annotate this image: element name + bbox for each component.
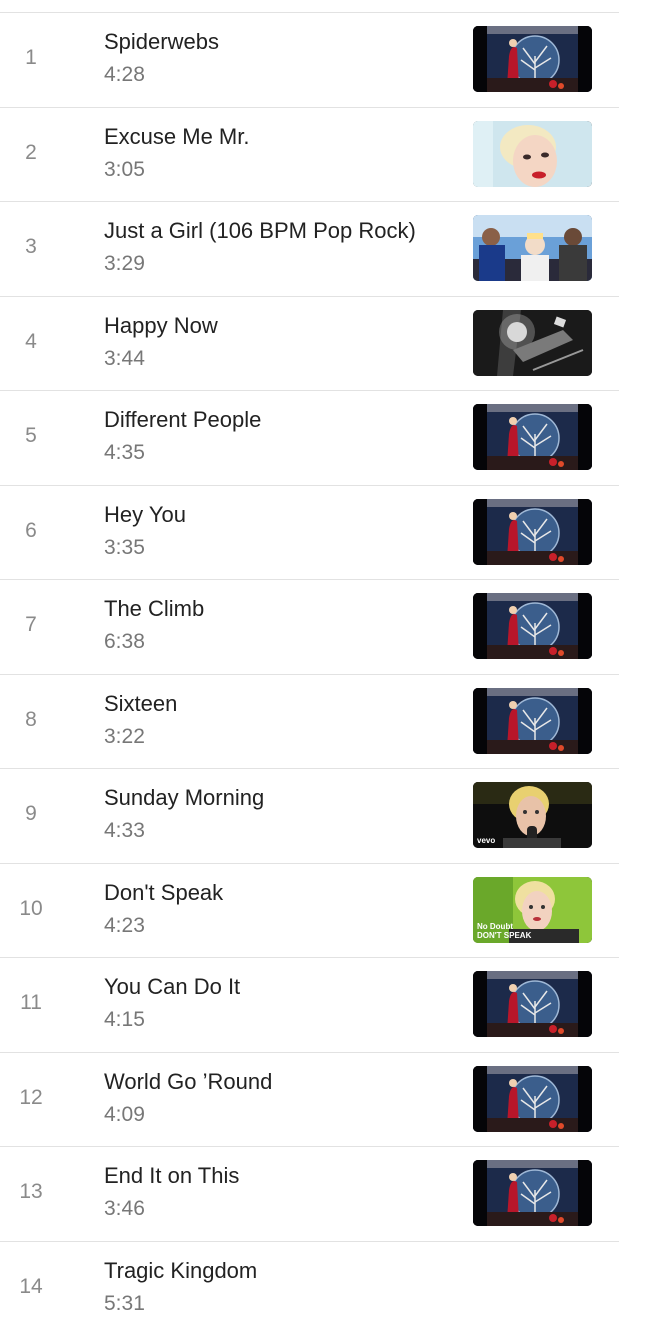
track-row[interactable]: 10 Don't Speak 4:23 No Doubt DON'T SPEAK [0,863,619,958]
track-duration: 3:05 [104,158,145,182]
track-duration: 3:29 [104,252,145,276]
track-duration: 3:46 [104,1197,145,1221]
track-row[interactable]: 13 End It on This 3:46 [0,1146,619,1241]
track-row[interactable]: 3 Just a Girl (106 BPM Pop Rock) 3:29 [0,201,619,296]
track-title: Excuse Me Mr. [104,124,249,150]
track-row[interactable]: 4 Happy Now 3:44 [0,296,619,391]
track-duration: 4:15 [104,1008,145,1032]
video-thumbnail[interactable] [473,688,592,754]
track-row[interactable]: 9 Sunday Morning 4:33 vevo [0,768,619,863]
track-number: 7 [0,613,62,637]
track-row[interactable]: 7 The Climb 6:38 [0,579,619,674]
track-duration: 4:35 [104,441,145,465]
track-number: 3 [0,235,62,259]
track-title: Spiderwebs [104,29,219,55]
video-thumbnail[interactable]: vevo [473,782,592,848]
track-row[interactable]: 12 World Go ’Round 4:09 [0,1052,619,1147]
track-title: Hey You [104,502,186,528]
track-number: 9 [0,802,62,826]
track-title: Sixteen [104,691,177,717]
video-thumbnail[interactable] [473,971,592,1037]
track-number: 5 [0,424,62,448]
track-number: 13 [0,1180,62,1204]
track-title: Happy Now [104,313,218,339]
video-thumbnail[interactable] [473,499,592,565]
thumbnail-caption: No Doubt DON'T SPEAK [477,922,531,940]
track-duration: 3:35 [104,536,145,560]
video-thumbnail[interactable] [473,310,592,376]
track-title: Different People [104,407,261,433]
track-duration: 3:22 [104,725,145,749]
video-thumbnail[interactable] [473,215,592,281]
track-duration: 3:44 [104,347,145,371]
track-title: World Go ’Round [104,1069,272,1095]
track-title: End It on This [104,1163,239,1189]
video-thumbnail[interactable] [473,121,592,187]
video-thumbnail[interactable] [473,593,592,659]
track-duration: 5:31 [104,1292,145,1316]
track-title: Just a Girl (106 BPM Pop Rock) [104,218,416,244]
track-number: 12 [0,1086,62,1110]
track-duration: 4:33 [104,819,145,843]
track-row[interactable]: 11 You Can Do It 4:15 [0,957,619,1052]
track-number: 10 [0,897,62,921]
track-row[interactable]: 6 Hey You 3:35 [0,485,619,580]
track-list: 1 Spiderwebs 4:28 2 Excuse Me Mr. 3:05 3 Just a… [0,12,619,1335]
track-row[interactable]: 8 Sixteen 3:22 [0,674,619,769]
track-number: 11 [0,991,62,1015]
track-row[interactable]: 2 Excuse Me Mr. 3:05 [0,107,619,202]
track-row[interactable]: 14 Tragic Kingdom 5:31 [0,1241,619,1335]
track-number: 1 [0,46,62,70]
track-number: 6 [0,519,62,543]
track-number: 8 [0,708,62,732]
track-row[interactable]: 5 Different People 4:35 [0,390,619,485]
video-thumbnail[interactable]: No Doubt DON'T SPEAK [473,877,592,943]
track-duration: 4:23 [104,914,145,938]
video-thumbnail[interactable] [473,404,592,470]
track-duration: 4:09 [104,1103,145,1127]
track-duration: 6:38 [104,630,145,654]
track-title: Tragic Kingdom [104,1258,257,1284]
thumbnail-caption: vevo [477,836,495,845]
track-row[interactable]: 1 Spiderwebs 4:28 [0,12,619,107]
track-title: The Climb [104,596,204,622]
track-number: 4 [0,330,62,354]
track-number: 2 [0,141,62,165]
track-number: 14 [0,1275,62,1299]
video-thumbnail[interactable] [473,1066,592,1132]
video-thumbnail[interactable] [473,1160,592,1226]
track-duration: 4:28 [104,63,145,87]
track-title: You Can Do It [104,974,240,1000]
track-title: Sunday Morning [104,785,264,811]
track-title: Don't Speak [104,880,223,906]
video-thumbnail[interactable] [473,26,592,92]
